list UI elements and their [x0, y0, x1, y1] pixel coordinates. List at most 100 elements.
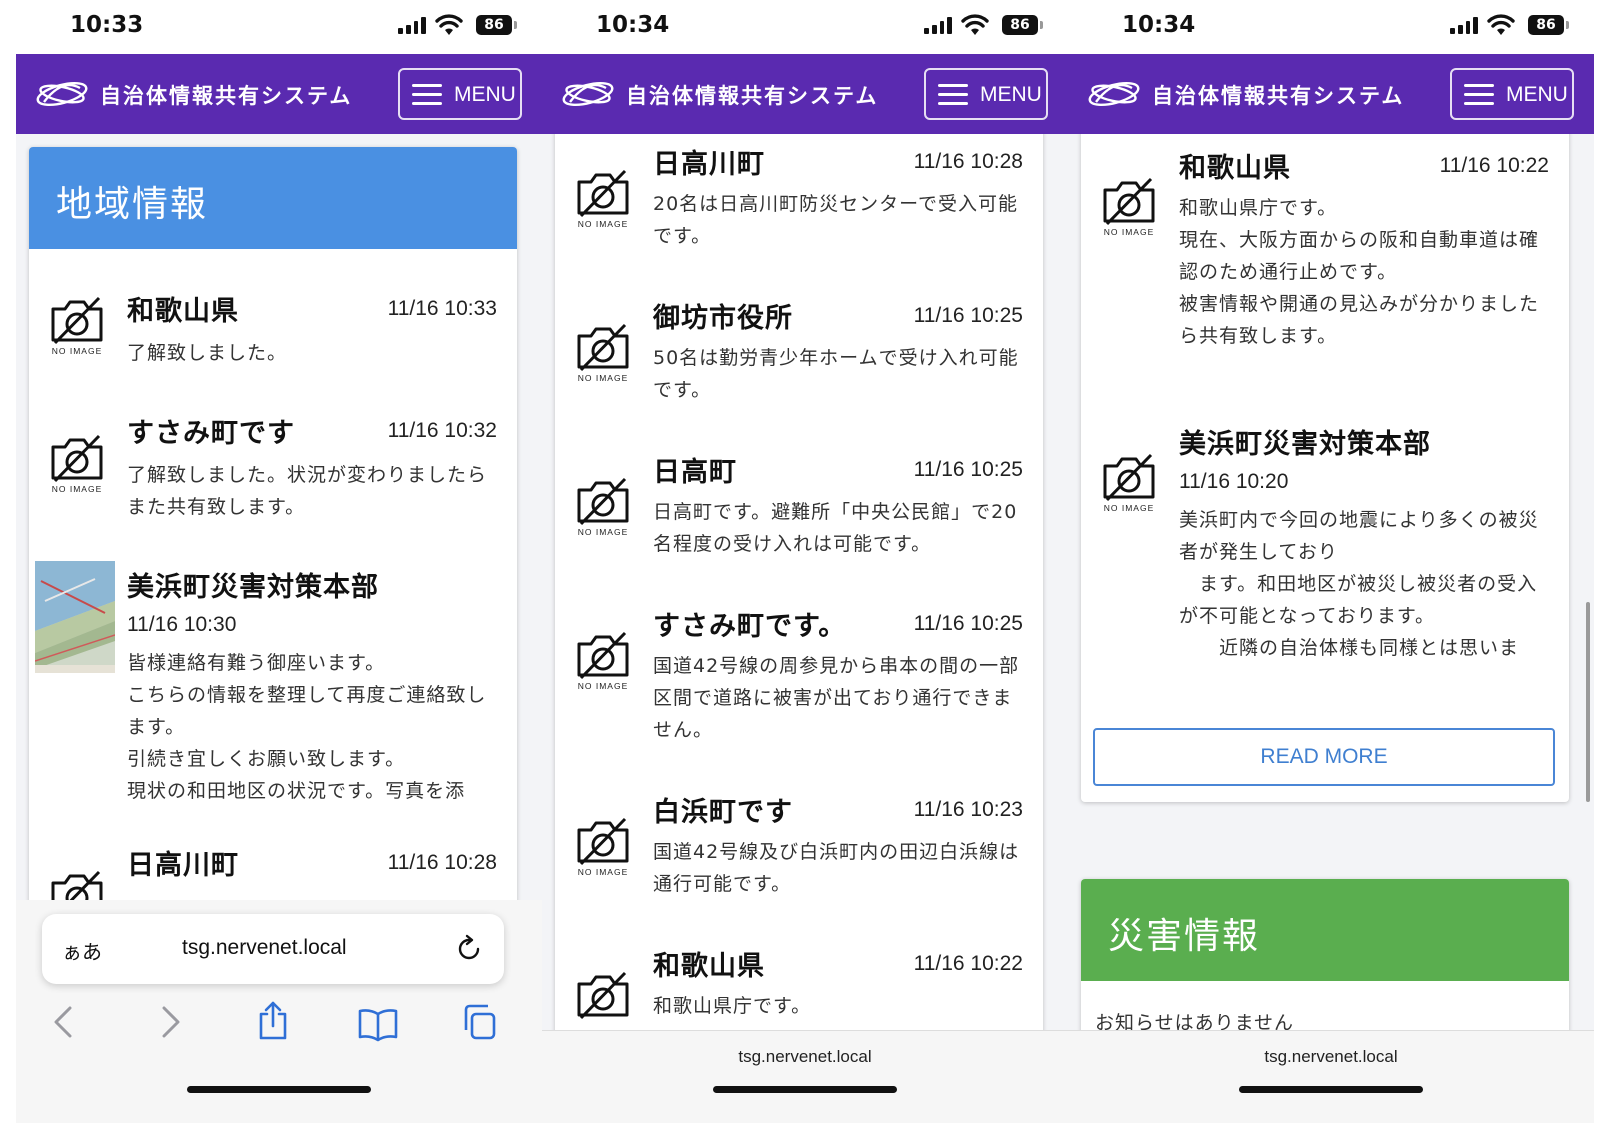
- feed-item[interactable]: 美浜町災害対策本部 11/16 10:30 皆様連絡有難う御座います。 こちらの…: [29, 559, 517, 821]
- item-title: 日高川町: [127, 850, 239, 881]
- brand-title[interactable]: 自治体情報共有システム: [100, 80, 352, 110]
- url-text[interactable]: tsg.nervenet.local: [542, 1047, 1068, 1067]
- item-time: 11/16 10:23: [913, 798, 1023, 821]
- no-image-label: NO IMAGE: [51, 484, 103, 494]
- item-body: 50名は勤労青少年ホームで受け入れ可能です。: [653, 347, 1019, 401]
- page-content[interactable]: NO IMAGE 和歌山県 11/16 10:22 和歌山県庁です。 現在、大阪…: [1068, 134, 1594, 1123]
- no-image-label: NO IMAGE: [577, 219, 629, 229]
- item-title: 日高町: [653, 457, 737, 488]
- item-body: 国道42号線及び白浜町内の田辺白浜線は通行可能です。: [653, 841, 1020, 895]
- item-body: 美浜町内で今回の地震により多くの被災者が発生しており ます。和田地区が被災し被災…: [1179, 509, 1539, 659]
- no-camera-icon: [577, 971, 629, 1020]
- signal-icon: [398, 17, 426, 34]
- battery-icon: 86: [1002, 15, 1043, 35]
- item-body: 日高町です。避難所「中央公民館」で20名程度の受け入れは可能です。: [653, 501, 1018, 555]
- feed-item[interactable]: NO IMAGE 和歌山県 11/16 10:33 了解致しました。: [29, 285, 517, 395]
- no-image-placeholder: NO IMAGE: [1097, 174, 1161, 244]
- no-camera-icon: [577, 631, 629, 680]
- share-icon[interactable]: [255, 1000, 291, 1040]
- map-photo-image: [35, 561, 115, 673]
- tabs-icon[interactable]: [462, 1002, 498, 1042]
- menu-button[interactable]: MENU: [398, 68, 522, 120]
- no-camera-icon: [577, 169, 629, 218]
- feed-item[interactable]: NO IMAGE 美浜町災害対策本部 11/16 10:20 美浜町内で今回の地…: [1081, 418, 1569, 678]
- reload-icon[interactable]: [454, 934, 484, 964]
- menu-button[interactable]: MENU: [1450, 68, 1574, 120]
- status-bar: 10:34 86: [1068, 0, 1594, 54]
- disaster-info-header: 災害情報: [1081, 879, 1569, 981]
- item-body: 和歌山県庁です。 現在、大阪方面からの阪和自動車道は確認のため通行止めです。 被…: [1179, 197, 1540, 347]
- feed-item[interactable]: NO IMAGE 御坊市役所 11/16 10:25 50名は勤労青少年ホームで…: [555, 292, 1043, 432]
- no-camera-icon: [577, 477, 629, 526]
- feed-item[interactable]: NO IMAGE 和歌山県 11/16 10:22 和歌山県庁です。 現在、大阪…: [1081, 142, 1569, 392]
- item-body: 了解致しました。: [127, 342, 288, 364]
- signal-icon: [924, 17, 952, 34]
- hamburger-icon: [412, 84, 442, 106]
- item-title: 美浜町災害対策本部: [1179, 429, 1431, 460]
- url-text[interactable]: tsg.nervenet.local: [1068, 1047, 1594, 1067]
- reader-options-button[interactable]: ぁあ: [62, 936, 102, 965]
- hamburger-icon: [938, 84, 968, 106]
- feed-item[interactable]: NO IMAGE 白浜町です 11/16 10:23 国道42号線及び白浜町内の…: [555, 786, 1043, 926]
- photo-thumbnail[interactable]: [35, 561, 115, 673]
- feed-item[interactable]: NO IMAGE すさみ町です 11/16 10:32 了解致しました。状況が変…: [29, 407, 517, 547]
- brand-title[interactable]: 自治体情報共有システム: [1152, 80, 1404, 110]
- no-image-placeholder: NO IMAGE: [571, 628, 635, 698]
- item-time: 11/16 10:28: [387, 851, 497, 874]
- no-image-placeholder: NO IMAGE: [45, 431, 109, 501]
- no-camera-icon: [577, 323, 629, 372]
- item-time: 11/16 10:32: [387, 419, 497, 442]
- item-title: 美浜町災害対策本部: [127, 572, 379, 603]
- no-image-placeholder: NO IMAGE: [571, 814, 635, 884]
- signal-icon: [1450, 17, 1478, 34]
- read-more-button[interactable]: READ MORE: [1093, 728, 1555, 786]
- feed-item[interactable]: NO IMAGE すさみ町です。 11/16 10:25 国道42号線の周参見か…: [555, 600, 1043, 776]
- no-camera-icon: [577, 817, 629, 866]
- item-title: 白浜町です: [653, 797, 793, 828]
- feed-item[interactable]: NO IMAGE 日高町 11/16 10:25 日高町です。避難所「中央公民館…: [555, 446, 1043, 586]
- hamburger-icon: [1464, 84, 1494, 106]
- item-time: 11/16 10:30: [127, 613, 237, 636]
- bookmarks-icon[interactable]: [358, 1004, 398, 1044]
- status-time: 10:33: [70, 12, 144, 38]
- no-image-placeholder: NO IMAGE: [571, 474, 635, 544]
- item-body: 和歌山県庁です。: [653, 995, 812, 1017]
- no-image-label: NO IMAGE: [1103, 503, 1155, 513]
- forward-icon[interactable]: [152, 1002, 188, 1042]
- no-camera-icon: [51, 434, 103, 483]
- menu-button[interactable]: MENU: [924, 68, 1048, 120]
- status-time: 10:34: [1122, 12, 1196, 38]
- no-image-label: NO IMAGE: [577, 867, 629, 877]
- battery-icon: 86: [1528, 15, 1569, 35]
- back-icon[interactable]: [46, 1002, 82, 1042]
- home-indicator: [713, 1086, 897, 1093]
- no-image-placeholder: [571, 968, 635, 1038]
- address-bar[interactable]: ぁあ tsg.nervenet.local: [42, 914, 504, 984]
- no-image-placeholder: NO IMAGE: [571, 320, 635, 390]
- no-image-label: NO IMAGE: [577, 527, 629, 537]
- scrollbar[interactable]: [1586, 602, 1590, 802]
- navbar: 自治体情報共有システム MENU: [16, 54, 542, 134]
- item-time: 11/16 10:20: [1179, 470, 1289, 493]
- item-body: 了解致しました。状況が変わりましたらまた共有致します。: [127, 464, 488, 518]
- url-text[interactable]: tsg.nervenet.local: [182, 936, 347, 960]
- safari-bottom-bar: ぁあ tsg.nervenet.local: [16, 900, 542, 1123]
- menu-label: MENU: [1506, 83, 1568, 106]
- feed-item[interactable]: NO IMAGE 日高川町 11/16 10:28 20名は日高川町防災センター…: [555, 138, 1043, 278]
- phone-screen-1: 10:33 86 自治体情報共有システム MENU 地域情報 NO IMAGE: [16, 0, 542, 1123]
- phone-screen-3: 10:34 86 自治体情報共有システム MENU NO IMAGE 和歌山県: [1068, 0, 1594, 1123]
- no-image-label: NO IMAGE: [51, 346, 103, 356]
- safari-minimized-bar[interactable]: tsg.nervenet.local: [1068, 1030, 1594, 1123]
- home-indicator: [1239, 1086, 1423, 1093]
- safari-minimized-bar[interactable]: tsg.nervenet.local: [542, 1030, 1068, 1123]
- menu-label: MENU: [980, 83, 1042, 106]
- page-content[interactable]: NO IMAGE 日高川町 11/16 10:28 20名は日高川町防災センター…: [542, 134, 1068, 1123]
- no-camera-icon: [1103, 177, 1155, 226]
- navbar: 自治体情報共有システム MENU: [1068, 54, 1594, 134]
- item-body: 国道42号線の周参見から串本の間の一部区間で道路に被害が出ており通行できません。: [653, 655, 1020, 741]
- navbar: 自治体情報共有システム MENU: [542, 54, 1068, 134]
- item-time: 11/16 10:25: [913, 458, 1023, 481]
- brand-title[interactable]: 自治体情報共有システム: [626, 80, 878, 110]
- feed-item[interactable]: 和歌山県 11/16 10:22 和歌山県庁です。: [555, 940, 1043, 1040]
- logo-icon: [36, 81, 88, 107]
